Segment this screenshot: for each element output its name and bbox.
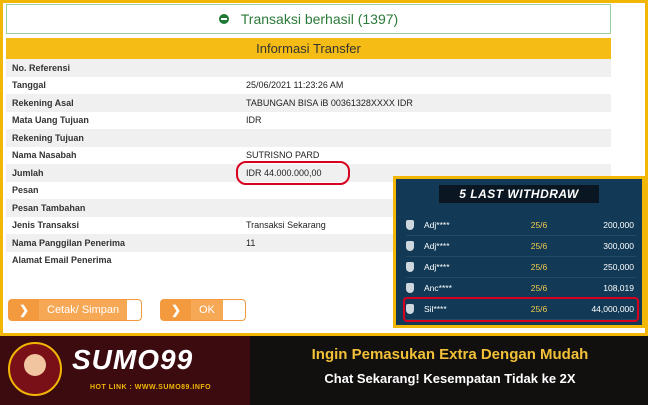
check-circle-icon	[218, 14, 229, 24]
table-row: Rekening Asal TABUNGAN BISA iB 00361328XX…	[6, 94, 611, 112]
field-label: Pesan Tambahan	[12, 202, 86, 213]
withdraw-name: Adj****	[424, 241, 450, 251]
withdraw-name: Anc****	[424, 283, 452, 293]
brand-logo: SUMO99	[72, 344, 194, 375]
withdraw-amount: 200,000	[603, 220, 634, 230]
field-value: 11	[246, 237, 256, 248]
ok-button[interactable]: ❯ OK	[160, 299, 246, 321]
field-label: Mata Uang Tujuan	[12, 115, 89, 126]
section-title: Informasi Transfer	[6, 38, 611, 59]
withdraw-amount: 108,019	[603, 283, 634, 293]
withdraw-amount: 300,000	[603, 241, 634, 251]
withdraw-name: Adj****	[424, 220, 450, 230]
user-icon	[406, 241, 414, 251]
field-label: Alamat Email Penerima	[12, 255, 112, 266]
banner-message: Ingin Pemasukan Extra Dengan Mudah Chat …	[260, 346, 640, 386]
status-text: Transaksi berhasil (1397)	[240, 11, 399, 27]
field-value: IDR	[246, 115, 262, 126]
banner-logo-area: SUMO99 HOT LINK : WWW.SUMO89.INFO	[0, 336, 250, 405]
user-icon	[406, 283, 414, 293]
promo-banner[interactable]: SUMO99 HOT LINK : WWW.SUMO89.INFO Ingin …	[0, 333, 648, 405]
field-value: 25/06/2021 11:23:26 AM	[246, 80, 344, 91]
field-value: Transaksi Sekarang	[246, 220, 326, 231]
table-row: Tanggal 25/06/2021 11:23:26 AM	[6, 76, 611, 94]
banner-line-1: Ingin Pemasukan Extra Dengan Mudah	[311, 346, 589, 363]
list-item: Adj**** 25/6 300,000	[406, 236, 636, 257]
print-save-label: Cetak/ Simpan	[39, 300, 128, 320]
withdraw-date: 25/6	[530, 241, 548, 251]
withdraw-date: 25/6	[530, 283, 548, 293]
chevron-right-icon: ❯	[161, 300, 191, 320]
withdraw-highlight-box	[403, 297, 639, 322]
field-label: Rekening Tujuan	[12, 132, 84, 143]
field-label: Pesan	[12, 185, 39, 196]
list-item: Anc**** 25/6 108,019	[406, 278, 636, 299]
withdraw-date: 25/6	[530, 262, 548, 272]
list-item: Adj**** 25/6 250,000	[406, 257, 636, 278]
field-label: Jumlah	[12, 167, 44, 178]
field-value: TABUNGAN BISA iB 00361328XXXX IDR	[246, 97, 413, 108]
table-row: No. Referensi	[6, 59, 611, 77]
field-label: Tanggal	[12, 80, 46, 91]
hotlink-text: HOT LINK : WWW.SUMO89.INFO	[90, 384, 212, 391]
field-label: Nama Nasabah	[12, 150, 77, 161]
user-icon	[406, 262, 414, 272]
ok-label: OK	[191, 300, 223, 320]
table-row: Rekening Tujuan	[6, 129, 611, 147]
field-label: Nama Panggilan Penerima	[12, 237, 126, 248]
withdraw-amount: 250,000	[603, 262, 634, 272]
amount-highlight-circle	[236, 161, 350, 185]
field-label: No. Referensi	[12, 62, 71, 73]
field-label: Jenis Transaksi	[12, 220, 80, 231]
success-status-bar: Transaksi berhasil (1397)	[6, 4, 611, 34]
banner-line-2: Chat Sekarang! Kesempatan Tidak ke 2X	[324, 371, 576, 386]
field-label: Rekening Asal	[12, 97, 74, 108]
withdraw-title: 5 LAST WITHDRAW	[439, 185, 599, 203]
table-row: Mata Uang Tujuan IDR	[6, 111, 611, 129]
withdraw-date: 25/6	[530, 220, 548, 230]
print-save-button[interactable]: ❯ Cetak/ Simpan	[8, 299, 142, 321]
field-value: SUTRISNO PARD	[246, 150, 320, 161]
list-item: Adj**** 25/6 200,000	[406, 215, 636, 236]
withdraw-name: Adj****	[424, 262, 450, 272]
sumo-mascot-icon	[8, 342, 62, 396]
user-icon	[406, 220, 414, 230]
chevron-right-icon: ❯	[9, 300, 39, 320]
